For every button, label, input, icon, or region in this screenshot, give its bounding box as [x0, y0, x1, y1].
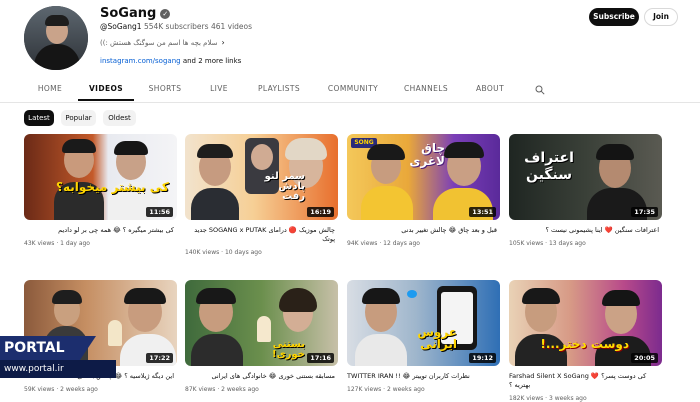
instagram-link[interactable]: instagram.com/sogang	[100, 57, 181, 65]
tab-playlists[interactable]: PLAYLISTS	[252, 78, 306, 101]
channel-description-text: سلام بچه ها اسم من سوگنگ هستش :))	[100, 38, 218, 47]
upload-age: 2 weeks ago	[386, 386, 425, 393]
video-title[interactable]: مسابقه بستنی خوری 😂 خانوادگی های ایرانی	[185, 372, 336, 381]
video-duration: 17:35	[631, 207, 658, 217]
video-meta: 94K views · 12 days ago	[347, 240, 420, 247]
video-title[interactable]: چالش موزیک 🔴 درامای SOGANG x PUTAK جدید …	[185, 226, 335, 244]
tab-live[interactable]: LIVE	[204, 78, 234, 101]
portal-brand: PORTAL	[0, 336, 80, 360]
video-title[interactable]: کی بیشتر میگیره ؟ 😂 همه چی بر لو دادیم	[24, 226, 174, 235]
more-links[interactable]: and 2 more links	[183, 57, 241, 65]
view-count: 105K views	[509, 240, 544, 247]
channel-meta: @SoGang1 554K subscribers 461 videos	[100, 22, 252, 31]
subscribe-button[interactable]: Subscribe	[589, 8, 639, 26]
video-title[interactable]: Farshad Silent X SoGang ❤️ کی دوست پسر؟ …	[509, 372, 659, 390]
twitter-bird-icon	[407, 290, 417, 298]
channel-name-row: SoGang ✓	[100, 6, 171, 21]
video-meta: 59K views · 2 weeks ago	[24, 386, 98, 393]
thumbnail-text: کی بیشتر میخوابه؟	[56, 180, 169, 194]
video-title[interactable]: TWITTER IRAN !! 😂 نظرات کاربران توییتر	[347, 372, 497, 381]
view-count: 94K views	[347, 240, 378, 247]
thumbnail-text: چاق لاغری	[409, 141, 445, 169]
upload-age: 10 days ago	[224, 249, 262, 256]
view-count: 127K views	[347, 386, 382, 393]
video-meta: 105K views · 13 days ago	[509, 240, 586, 247]
video-duration: 13:51	[469, 207, 496, 217]
view-count: 59K views	[24, 386, 55, 393]
chip-latest[interactable]: Latest	[24, 110, 54, 126]
video-meta: 87K views · 2 weeks ago	[185, 386, 259, 393]
view-count: 140K views	[185, 249, 220, 256]
video-thumbnail[interactable]: اعتراف سنگین 17:35	[509, 134, 662, 220]
thumbnail-text: اعتراف سنگین	[524, 150, 574, 183]
video-thumbnail[interactable]: سمر لنو پادش رفت 16:19	[185, 134, 338, 220]
video-duration: 19:12	[469, 353, 496, 363]
upload-age: 13 days ago	[548, 240, 586, 247]
video-thumbnail[interactable]: دوست دختر...! 20:05	[509, 280, 662, 366]
video-count: 461 videos	[210, 22, 253, 31]
video-duration: 11:56	[146, 207, 173, 217]
video-thumbnail[interactable]: کی بیشتر میخوابه؟ 11:56	[24, 134, 177, 220]
video-title[interactable]: اعترافات سنگین ❤️ اینا پشیمونی نیست ؟	[509, 226, 659, 235]
video-thumbnail[interactable]: SONG چاق لاغری 13:51	[347, 134, 500, 220]
portal-url: www.portal.ir	[0, 360, 116, 378]
video-meta: 43K views · 1 day ago	[24, 240, 90, 247]
join-button[interactable]: Join	[644, 8, 678, 26]
channel-avatar[interactable]	[24, 6, 88, 70]
channel-tabs: HOME VIDEOS SHORTS LIVE PLAYLISTS COMMUN…	[0, 78, 700, 103]
video-thumbnail[interactable]: بستنی خوری! 17:16	[185, 280, 338, 366]
tab-shorts[interactable]: SHORTS	[142, 78, 188, 101]
video-duration: 17:22	[146, 353, 173, 363]
tab-home[interactable]: HOME	[30, 78, 70, 101]
chip-oldest[interactable]: Oldest	[103, 110, 136, 126]
view-count: 43K views	[24, 240, 55, 247]
video-duration: 20:05	[631, 353, 658, 363]
channel-header: SoGang ✓ @SoGang1 554K subscribers 461 v…	[0, 0, 700, 72]
upload-age: 3 weeks ago	[548, 395, 587, 402]
portal-watermark: PORTAL www.portal.ir	[0, 336, 116, 378]
upload-age: 2 weeks ago	[60, 386, 98, 393]
video-duration: 16:19	[307, 207, 334, 217]
thumbnail-text: عروس ایرانی	[417, 325, 457, 351]
upload-age: 12 days ago	[383, 240, 420, 247]
view-count: 87K views	[185, 386, 216, 393]
subscriber-count: 554K subscribers	[143, 22, 209, 31]
upload-age: 2 weeks ago	[221, 386, 259, 393]
search-icon[interactable]	[535, 85, 545, 95]
video-meta: 127K views · 2 weeks ago	[347, 386, 425, 393]
video-meta: 182K views · 3 weeks ago	[509, 395, 587, 402]
verified-check-icon: ✓	[160, 8, 171, 19]
channel-links: instagram.com/sogang and 2 more links	[100, 57, 241, 65]
thumbnail-text: سمر لنو پادش رفت	[264, 171, 305, 202]
upload-age: 1 day ago	[60, 240, 90, 247]
channel-handle: @SoGang1	[100, 22, 142, 31]
tab-channels[interactable]: CHANNELS	[400, 78, 452, 101]
view-count: 182K views	[509, 395, 544, 402]
video-meta: 140K views · 10 days ago	[185, 249, 262, 256]
video-title[interactable]: قبل و بعد چاق 😂 چالش تغییر بدنی	[347, 226, 497, 235]
chevron-right-icon[interactable]: ›	[222, 38, 225, 47]
video-thumbnail[interactable]: عروس ایرانی 19:12	[347, 280, 500, 366]
video-duration: 17:16	[307, 353, 334, 363]
chip-popular[interactable]: Popular	[61, 110, 96, 126]
tab-videos[interactable]: VIDEOS	[78, 78, 134, 101]
channel-description[interactable]: سلام بچه ها اسم من سوگنگ هستش :)) ›	[100, 38, 225, 47]
tab-community[interactable]: COMMUNITY	[324, 78, 382, 101]
channel-name: SoGang	[100, 6, 157, 21]
thumbnail-text: دوست دختر...!	[540, 337, 629, 351]
tab-about[interactable]: ABOUT	[470, 78, 510, 101]
thumbnail-text: بستنی خوری!	[272, 339, 305, 360]
